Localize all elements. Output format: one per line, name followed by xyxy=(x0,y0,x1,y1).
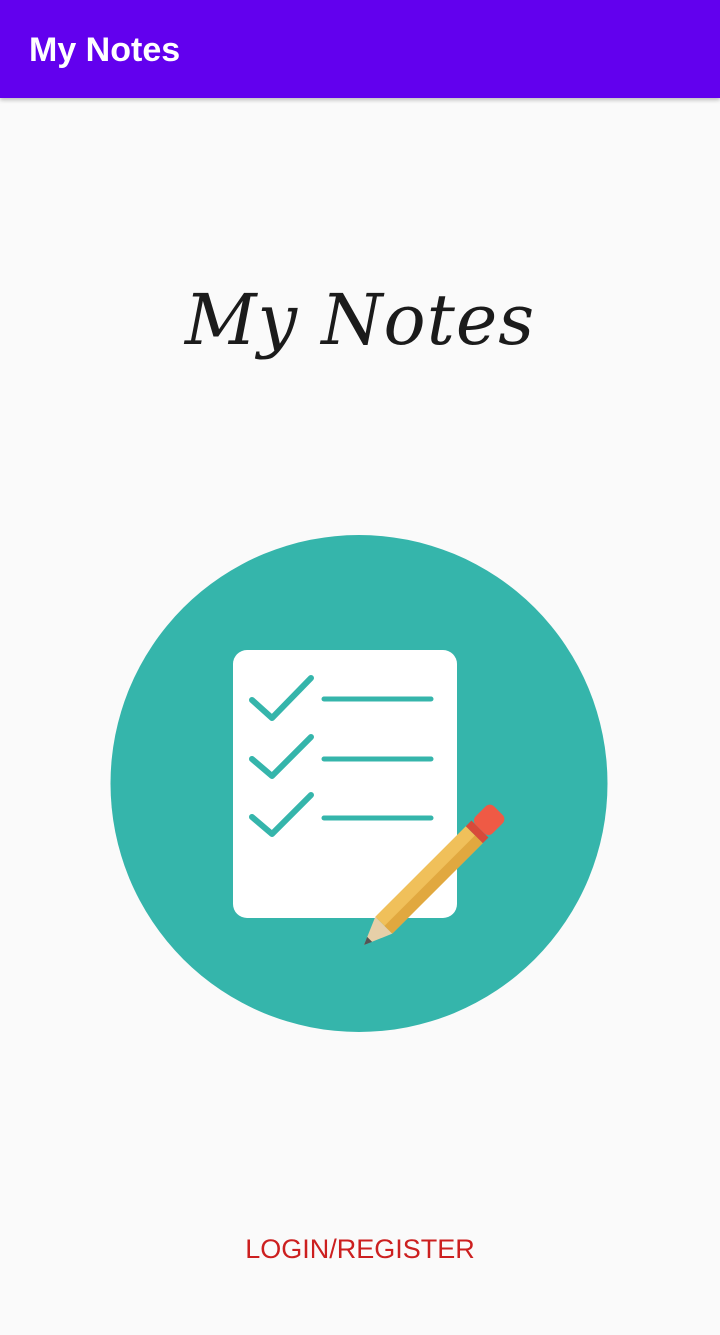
hero-title: My Notes xyxy=(184,279,536,361)
login-register-button[interactable]: LOGIN/REGISTER xyxy=(230,1224,490,1272)
app-bar-title: My Notes xyxy=(29,31,181,69)
app-bar: My Notes xyxy=(0,0,720,98)
checklist-pencil-icon xyxy=(110,535,608,1032)
